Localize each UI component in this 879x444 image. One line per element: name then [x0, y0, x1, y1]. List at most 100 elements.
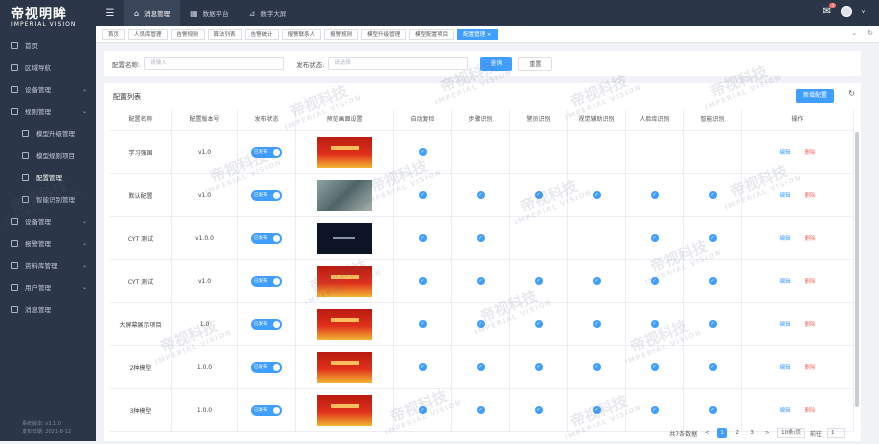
- tab-item[interactable]: 人员库管理: [128, 28, 168, 40]
- publish-toggle[interactable]: 已发布: [251, 318, 282, 330]
- cell-feature: ✓: [568, 389, 626, 431]
- page-1[interactable]: 1: [717, 428, 728, 438]
- cell-feature: ✓: [394, 346, 452, 388]
- total-count: 共7条数据: [669, 430, 698, 438]
- config-name-input[interactable]: 请输入: [144, 57, 285, 70]
- pagination: 共7条数据 < 1 2 3 > 10条/页 前往 1: [669, 428, 845, 438]
- sidebar-item-alarm[interactable]: 报警管理 ⌄: [0, 232, 96, 254]
- add-config-button[interactable]: 新增配置: [795, 89, 834, 103]
- bell-icon[interactable]: ✉ 3: [823, 3, 837, 17]
- publish-toggle[interactable]: 已发布: [251, 232, 282, 244]
- edit-button[interactable]: 编辑: [779, 320, 790, 328]
- cell-feature: ✓: [568, 260, 626, 302]
- tab-label: 人员库管理: [134, 31, 162, 38]
- edit-button[interactable]: 编辑: [779, 191, 790, 199]
- sidebar-item-config[interactable]: 配置管理: [0, 166, 96, 188]
- menu-toggle-icon[interactable]: ☰: [96, 8, 124, 19]
- tab-item[interactable]: 首页: [102, 28, 126, 40]
- publish-status-select[interactable]: 请选择: [328, 57, 469, 70]
- cell-feature: ✓: [394, 260, 452, 302]
- publish-toggle[interactable]: 已发布: [251, 361, 282, 373]
- sidebar-item-project[interactable]: 模型规则项目: [0, 144, 96, 166]
- delete-button[interactable]: 删除: [805, 277, 816, 285]
- check-icon: ✓: [592, 363, 601, 371]
- top-nav-big-screen[interactable]: ⊿ 数字大屏: [239, 0, 297, 26]
- preview-thumbnail: [317, 222, 372, 254]
- cell-preview: [296, 346, 394, 388]
- delete-button[interactable]: 删除: [805, 406, 816, 414]
- sidebar-item-recognition[interactable]: 智能识别管理: [0, 188, 96, 210]
- delete-button[interactable]: 删除: [805, 148, 816, 156]
- edit-button[interactable]: 编辑: [779, 363, 790, 371]
- tab-item[interactable]: 报警规则: [324, 28, 359, 40]
- top-nav-data-platform[interactable]: ▦ 数据平台: [180, 0, 239, 26]
- page-2[interactable]: 2: [732, 428, 742, 438]
- tab-item[interactable]: 告警统计: [244, 28, 279, 40]
- publish-toggle[interactable]: 已发布: [251, 275, 282, 287]
- sidebar-item-equipment[interactable]: 设备管理 ⌄: [0, 210, 96, 232]
- sidebar-item-label: 模型升级管理: [36, 130, 75, 138]
- cell-status: 已发布: [238, 217, 296, 259]
- column-header: 警员识别: [510, 110, 568, 130]
- sidebar-item-user[interactable]: 用户管理 ⌄: [0, 276, 96, 298]
- check-icon: ✓: [476, 234, 485, 242]
- tab-item[interactable]: 算法列表: [207, 28, 242, 40]
- delete-button[interactable]: 删除: [805, 234, 816, 242]
- tab-item[interactable]: 告警规则: [170, 28, 205, 40]
- refresh-icon[interactable]: ↻: [848, 89, 855, 98]
- sidebar-item-library[interactable]: 资料库管理 ⌄: [0, 254, 96, 276]
- cell-actions: 编辑 删除: [742, 303, 854, 345]
- preview-thumbnail: [317, 179, 372, 211]
- tab-item[interactable]: 模型配置项目: [409, 28, 455, 40]
- delete-button[interactable]: 删除: [805, 320, 816, 328]
- column-header: 预览画面设置: [296, 110, 394, 130]
- sidebar-item-message[interactable]: 消息管理: [0, 298, 96, 320]
- cell-feature: ✓: [510, 389, 568, 431]
- next-page-button[interactable]: >: [762, 428, 772, 438]
- refresh-tab-icon[interactable]: ↻: [867, 29, 873, 37]
- close-icon[interactable]: ×: [485, 32, 492, 38]
- publish-toggle[interactable]: 已发布: [251, 146, 282, 158]
- check-icon: ✓: [708, 277, 717, 285]
- search-form: 配置名称: 请输入 发布状态: 请选择 查询 重置: [104, 51, 861, 76]
- sidebar-item-area[interactable]: 区域导航: [0, 56, 96, 78]
- publish-toggle[interactable]: 已发布: [251, 404, 282, 416]
- tab-item[interactable]: 模型升级管理: [361, 28, 407, 40]
- logo-subtitle: IMPERIAL VISION: [11, 21, 77, 28]
- user-dropdown-caret[interactable]: v: [862, 9, 865, 15]
- tab-item[interactable]: 配置管理 ×: [457, 28, 498, 40]
- sidebar-item-home[interactable]: 首页: [0, 34, 96, 56]
- edit-button[interactable]: 编辑: [779, 277, 790, 285]
- sidebar-item-label: 智能识别管理: [36, 196, 75, 204]
- top-nav-messages[interactable]: ⌂ 消息管理: [124, 0, 181, 26]
- check-icon: ✓: [592, 320, 601, 328]
- table-row: 学习强国 v1.0 已发布 ✓ 编辑 删除: [110, 131, 854, 174]
- edit-button[interactable]: 编辑: [779, 406, 790, 414]
- page-size-select[interactable]: 10条/页: [777, 428, 805, 438]
- edit-button[interactable]: 编辑: [779, 234, 790, 242]
- logo: 帝视明眸 IMPERIAL VISION: [0, 0, 96, 28]
- sidebar-item-device[interactable]: 设备管理 ⌄: [0, 78, 96, 100]
- query-button[interactable]: 查询: [480, 56, 513, 71]
- home-icon: [11, 41, 18, 49]
- sidebar-item-rule[interactable]: 规则管理 ⌄: [0, 100, 96, 122]
- area-icon: [11, 63, 18, 71]
- check-icon: ✓: [476, 363, 485, 371]
- edit-button[interactable]: 编辑: [779, 148, 790, 156]
- table-scrollbar[interactable]: [855, 132, 859, 407]
- delete-button[interactable]: 删除: [805, 191, 816, 199]
- reset-button[interactable]: 重置: [518, 56, 553, 71]
- chevron-down-icon[interactable]: ⌄: [851, 29, 857, 37]
- cell-feature: ✓: [394, 174, 452, 216]
- delete-button[interactable]: 删除: [805, 363, 816, 371]
- prev-page-button[interactable]: <: [702, 428, 712, 438]
- cell-feature: ✓: [510, 174, 568, 216]
- check-icon: ✓: [708, 363, 717, 371]
- column-header: 配置名称: [110, 110, 172, 130]
- goto-page-input[interactable]: 1: [827, 428, 845, 438]
- sidebar-item-upgrade[interactable]: 模型升级管理: [0, 122, 96, 144]
- publish-toggle[interactable]: 已发布: [251, 189, 282, 201]
- avatar[interactable]: [841, 6, 853, 17]
- page-3[interactable]: 3: [747, 428, 757, 438]
- tab-item[interactable]: 报警联系人: [281, 28, 322, 40]
